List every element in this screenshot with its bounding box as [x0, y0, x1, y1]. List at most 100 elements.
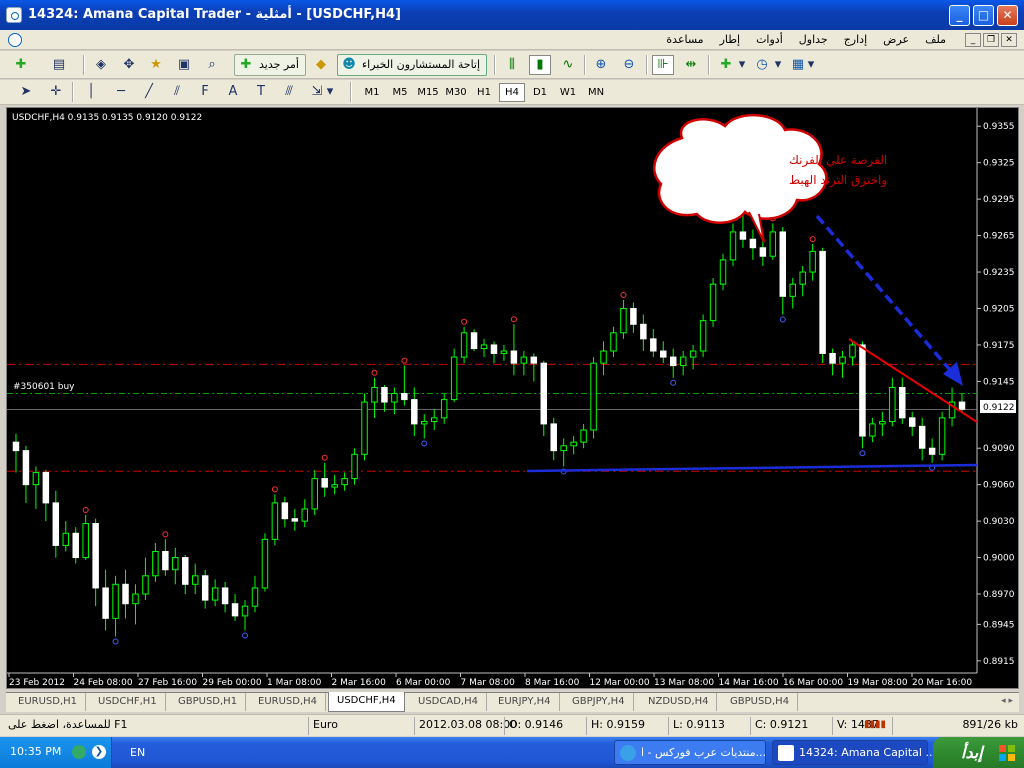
menu-tools[interactable]: أدوات — [748, 30, 791, 50]
crosshair-icon[interactable]: ✛ — [45, 82, 67, 102]
experts-icon: ☻ — [342, 57, 356, 72]
data-window-icon[interactable]: ✥ — [118, 55, 140, 75]
timeframe-m15[interactable]: M15 — [415, 83, 441, 102]
menu-window[interactable]: إطار — [712, 30, 748, 50]
time-tick-label: 13 Mar 08:00 — [654, 678, 714, 688]
start-label: إبدأ — [961, 743, 983, 762]
channel-icon[interactable]: ⫽ — [166, 82, 188, 102]
strategy-tester-icon[interactable]: ⌕ — [201, 55, 223, 75]
candle-body — [162, 550, 169, 571]
language-indicator[interactable]: EN — [130, 746, 145, 759]
fibonacci-icon[interactable]: F — [194, 82, 216, 102]
menu-insert[interactable]: إدارج — [836, 30, 875, 50]
candle-body — [381, 386, 388, 403]
support-trendline[interactable] — [526, 463, 978, 473]
mdi-restore-icon[interactable]: ❐ — [983, 33, 999, 47]
tab-scroll-icon[interactable]: ◂ ▸ — [1001, 696, 1013, 706]
cursor-icon[interactable]: ➤ — [15, 82, 37, 102]
menu-view[interactable]: عرض — [875, 30, 917, 50]
periods-dropdown-icon[interactable]: ▾ — [773, 55, 783, 75]
chart-shift-icon[interactable]: ⇹ — [680, 55, 702, 75]
periods-icon[interactable]: ◷ — [751, 55, 773, 75]
taskbar-forum-browser[interactable]: منتديات عرب فوركس - ا... — [614, 740, 766, 765]
menu-help[interactable]: مساعدة — [658, 30, 711, 50]
status-high: H: 0.9159 — [586, 717, 668, 735]
tab-usdchf-h4[interactable]: USDCHF,H4 — [328, 692, 405, 712]
terminal-icon[interactable]: ▣ — [173, 55, 195, 75]
timeframe-m1[interactable]: M1 — [359, 83, 385, 102]
vertical-line-icon[interactable]: │ — [80, 82, 102, 102]
candle-body — [520, 356, 528, 364]
indicators-dropdown-icon[interactable]: ▾ — [737, 55, 747, 75]
new-chart-icon[interactable]: ✚ — [10, 55, 32, 75]
fractal-down-marker — [421, 440, 428, 447]
horizontal-line-icon[interactable]: ─ — [110, 82, 132, 102]
tab-gbpjpy-h4[interactable]: GBPJPY,H4 — [564, 693, 634, 711]
new-order-button[interactable]: ✚ أمر جديد — [234, 54, 306, 76]
timeframe-h1[interactable]: H1 — [471, 83, 497, 102]
candle-body — [221, 587, 229, 605]
window-title: 14324: Amana Capital Trader - أمثلية - [… — [28, 7, 401, 22]
close-button[interactable]: ✕ — [997, 5, 1018, 26]
tab-eurusd-h1[interactable]: EURUSD,H1 — [10, 693, 87, 711]
zoom-in-icon[interactable]: ⊕ — [590, 55, 612, 75]
menu-charts[interactable]: جداول — [791, 30, 836, 50]
candle-body — [689, 350, 697, 358]
timeframe-d1[interactable]: D1 — [527, 83, 553, 102]
tray-arrow-icon[interactable]: ❯ — [92, 745, 106, 759]
navigator-icon[interactable]: ★ — [145, 55, 167, 75]
price-tick-label: 0.8970 — [983, 590, 1015, 600]
text-icon[interactable]: A — [222, 82, 244, 102]
tab-gbpusd-h1[interactable]: GBPUSD,H1 — [170, 693, 247, 711]
tab-eurjpy-h4[interactable]: EURJPY,H4 — [490, 693, 560, 711]
candle-body — [341, 478, 348, 486]
timeframe-h4[interactable]: H4 — [499, 83, 525, 102]
timeframe-mn[interactable]: MN — [583, 83, 609, 102]
taskbar-amana-trader[interactable]: 14324: Amana Capital ... — [772, 740, 936, 765]
line-chart-icon[interactable]: ∿ — [557, 55, 579, 75]
trendline-icon[interactable]: ╱ — [138, 82, 160, 102]
timeframe-m30[interactable]: M30 — [443, 83, 469, 102]
tray-clock[interactable]: 10:35 PM — [10, 745, 61, 758]
tab-gbpusd-h4[interactable]: GBPUSD,H4 — [722, 693, 799, 711]
candle-body — [899, 386, 906, 419]
maximize-button[interactable]: □ — [973, 5, 994, 26]
indicators-icon[interactable]: ✚ — [715, 55, 737, 75]
tab-eurusd-h4[interactable]: EURUSD,H4 — [250, 693, 327, 711]
connection-bars-icon: ▮▮▮▮ — [864, 719, 887, 730]
timeframe-m5[interactable]: M5 — [387, 83, 413, 102]
auto-scroll-icon[interactable]: ⊪ — [652, 55, 674, 75]
profiles-icon[interactable]: ▤ — [48, 55, 70, 75]
bar-chart-icon[interactable]: ⫼ — [501, 55, 523, 75]
tab-usdchf-h1[interactable]: USDCHF,H1 — [90, 693, 166, 711]
mdi-minimize-icon[interactable]: _ — [965, 33, 981, 47]
candlestick-icon[interactable]: ▮ — [529, 55, 551, 75]
market-watch-icon[interactable]: ◈ — [90, 55, 112, 75]
mdi-close-icon[interactable]: ✕ — [1001, 33, 1017, 47]
timeframe-w1[interactable]: W1 — [555, 83, 581, 102]
fractal-down-marker — [112, 638, 119, 645]
arrows-dropdown-icon[interactable]: ▾ — [325, 82, 335, 102]
start-button[interactable]: إبدأ — [933, 737, 1024, 768]
candle-body — [271, 502, 279, 540]
title-bar[interactable]: 14324: Amana Capital Trader - أمثلية - [… — [0, 0, 1024, 30]
text-label-icon[interactable]: T — [250, 82, 272, 102]
tab-nzdusd-h4[interactable]: NZDUSD,H4 — [640, 693, 718, 711]
app-icon[interactable] — [6, 7, 22, 23]
zoom-out-icon[interactable]: ⊖ — [618, 55, 640, 75]
tab-usdcad-h4[interactable]: USDCAD,H4 — [410, 693, 487, 711]
time-tick-label: 24 Feb 08:00 — [74, 678, 133, 688]
minimize-button[interactable]: _ — [949, 5, 970, 26]
templates-dropdown-icon[interactable]: ▾ — [806, 55, 816, 75]
warning-icon[interactable]: ◆ — [310, 55, 332, 75]
gann-icon[interactable]: ⫻ — [278, 82, 300, 102]
candle-body — [779, 231, 787, 297]
chart-window[interactable]: 0.9355 0.9325 0.9295 0.9265 0.9235 0.9205 0.91… — [6, 107, 1019, 689]
price-chart[interactable]: 0.9355 0.9325 0.9295 0.9265 0.9235 0.9205 0.91… — [7, 108, 1018, 688]
candle-body — [301, 508, 309, 522]
candle-body — [709, 283, 717, 322]
expert-advisors-button[interactable]: ☻ إتاحة المستشارون الخبراء — [337, 54, 488, 76]
tray-network-icon[interactable] — [72, 745, 86, 759]
document-icon[interactable] — [8, 33, 22, 47]
menu-file[interactable]: ملف — [917, 30, 954, 50]
